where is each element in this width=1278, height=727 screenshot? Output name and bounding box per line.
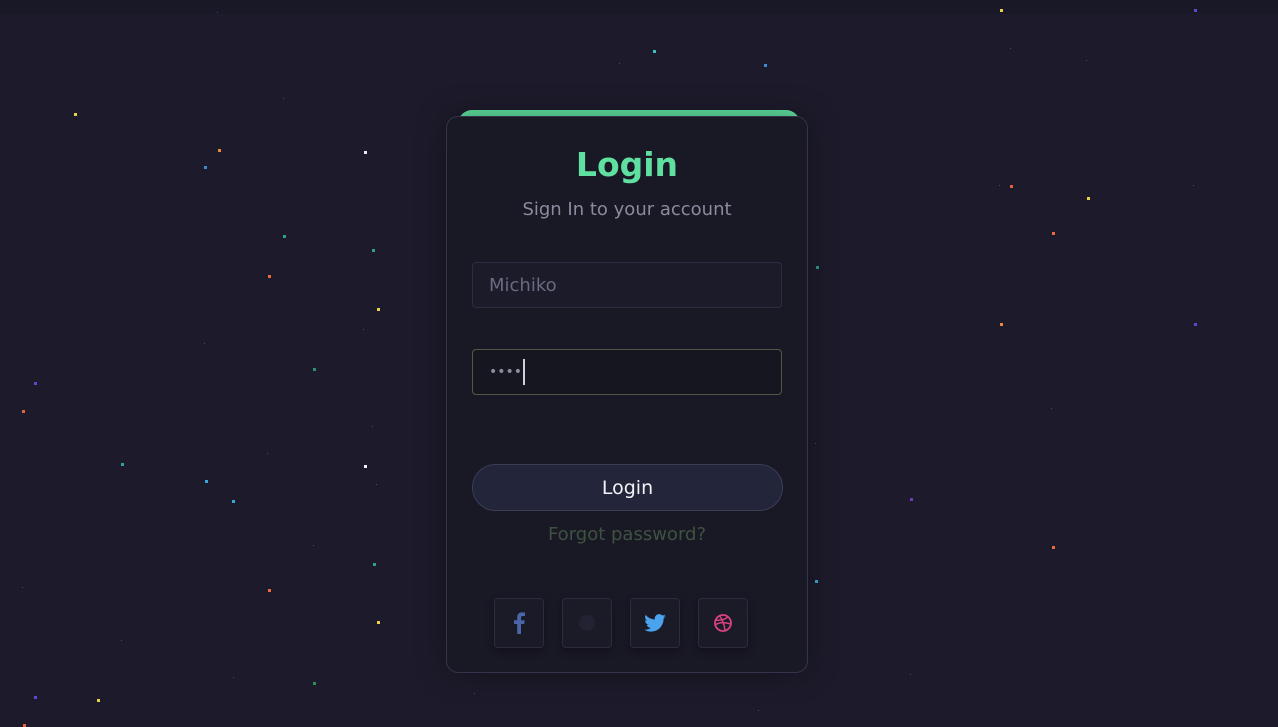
dribbble-button[interactable]: [698, 598, 748, 648]
text-caret: [523, 359, 526, 385]
social-login-row: [494, 598, 754, 650]
login-card: Login Sign In to your account Michiko ••…: [446, 116, 808, 673]
facebook-button[interactable]: [494, 598, 544, 648]
hidden-social-button[interactable]: [562, 598, 612, 648]
login-subtitle: Sign In to your account: [522, 199, 732, 220]
forgot-password-link[interactable]: Forgot password?: [447, 524, 807, 545]
twitter-button[interactable]: [630, 598, 680, 648]
password-masked-value: ••••: [489, 364, 523, 380]
password-input[interactable]: ••••: [472, 349, 782, 395]
hidden-icon: [579, 615, 595, 631]
username-placeholder: Michiko: [489, 274, 557, 296]
login-button[interactable]: Login: [472, 464, 783, 511]
login-title: Login: [575, 145, 679, 184]
dribbble-icon: [714, 614, 732, 632]
twitter-icon: [644, 614, 666, 632]
facebook-icon: [514, 612, 525, 634]
username-input[interactable]: Michiko: [472, 262, 782, 308]
